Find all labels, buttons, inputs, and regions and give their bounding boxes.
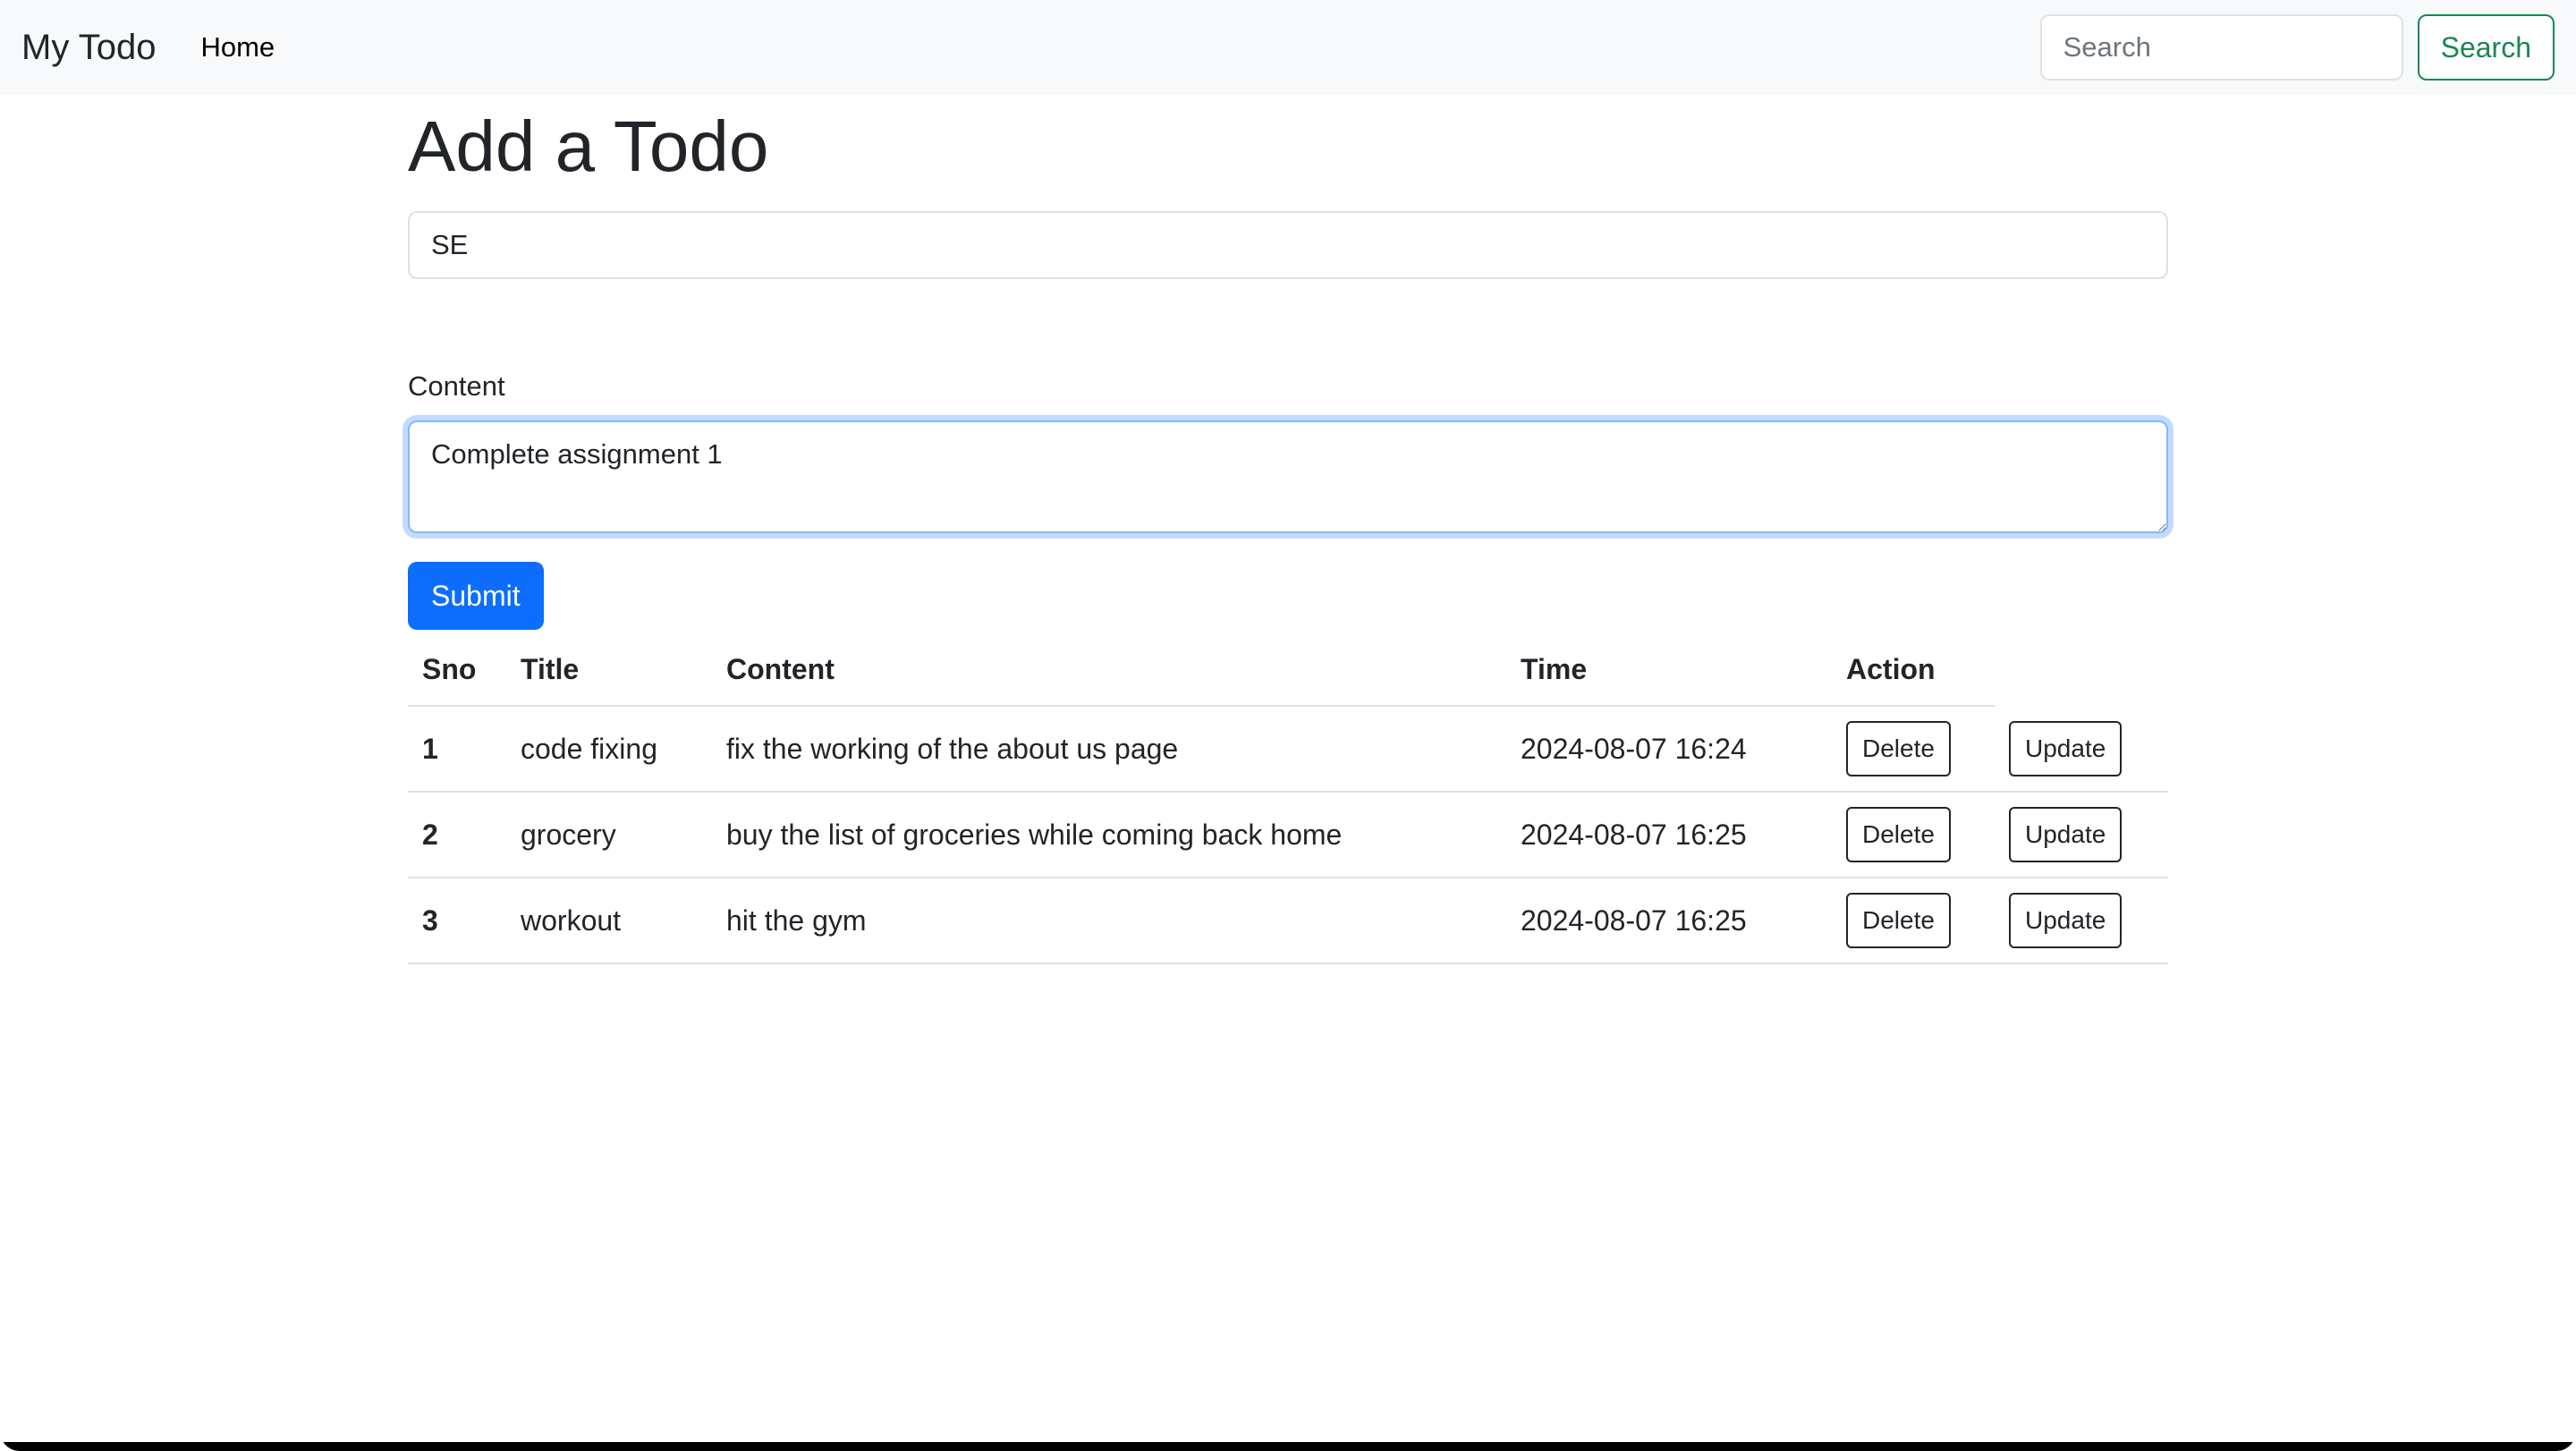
cell-sno: 2 xyxy=(408,792,506,878)
table-body: 1 code fixing fix the working of the abo… xyxy=(408,706,2168,964)
navbar-brand[interactable]: My Todo xyxy=(21,28,156,68)
cell-update: Update xyxy=(1995,878,2168,964)
table-row: 3 workout hit the gym 2024-08-07 16:25 D… xyxy=(408,878,2168,964)
nav-link-home[interactable]: Home xyxy=(200,31,275,64)
cell-title: workout xyxy=(506,878,712,964)
update-button[interactable]: Update xyxy=(2009,893,2123,948)
delete-button[interactable]: Delete xyxy=(1846,893,1951,948)
column-header-sno: Sno xyxy=(408,633,506,707)
update-button[interactable]: Update xyxy=(2009,720,2123,776)
update-button[interactable]: Update xyxy=(2009,807,2123,862)
content-textarea[interactable]: Complete assignment 1 xyxy=(408,420,2168,533)
navbar: My Todo Home Search xyxy=(0,0,2576,95)
search-button[interactable]: Search xyxy=(2417,14,2555,81)
browser-window: My Todo Home Search Add a Todo Content C… xyxy=(0,0,2576,1451)
search-input[interactable] xyxy=(2039,14,2403,81)
table-header-row: Sno Title Content Time Action xyxy=(408,633,2168,707)
cell-sno: 1 xyxy=(408,706,506,793)
title-input[interactable] xyxy=(408,211,2168,279)
table-row: 2 grocery buy the list of groceries whil… xyxy=(408,792,2168,878)
cell-time: 2024-08-07 16:25 xyxy=(1506,792,1832,878)
cell-content: hit the gym xyxy=(712,878,1506,964)
column-header-title: Title xyxy=(506,633,712,707)
delete-button[interactable]: Delete xyxy=(1846,721,1951,776)
todo-table: Sno Title Content Time Action 1 code fix… xyxy=(408,633,2168,964)
cell-delete: Delete xyxy=(1832,706,1995,793)
cell-update: Update xyxy=(1995,792,2168,878)
page-title: Add a Todo xyxy=(408,106,769,186)
cell-delete: Delete xyxy=(1832,878,1995,964)
cell-content: buy the list of groceries while coming b… xyxy=(712,792,1506,878)
table-header: Sno Title Content Time Action xyxy=(408,633,2168,707)
cell-content: fix the working of the about us page xyxy=(712,706,1506,793)
table-row: 1 code fixing fix the working of the abo… xyxy=(408,706,2168,793)
column-header-time: Time xyxy=(1506,633,1832,707)
navbar-search-form: Search xyxy=(2039,14,2555,81)
cell-title: code fixing xyxy=(506,706,712,793)
submit-button[interactable]: Submit xyxy=(408,562,544,630)
content-label: Content xyxy=(408,370,505,402)
cell-time: 2024-08-07 16:24 xyxy=(1506,706,1832,793)
main-container: Add a Todo Content Complete assignment 1… xyxy=(408,95,2168,964)
window-frame-edge xyxy=(0,1442,2576,1451)
cell-title: grocery xyxy=(506,792,712,878)
column-header-empty xyxy=(1995,633,2168,706)
cell-delete: Delete xyxy=(1832,792,1995,878)
cell-time: 2024-08-07 16:25 xyxy=(1506,878,1832,964)
delete-button[interactable]: Delete xyxy=(1846,807,1951,862)
cell-sno: 3 xyxy=(408,878,506,964)
column-header-content: Content xyxy=(712,633,1506,707)
cell-update: Update xyxy=(1995,706,2168,793)
column-header-action: Action xyxy=(1832,633,1995,707)
